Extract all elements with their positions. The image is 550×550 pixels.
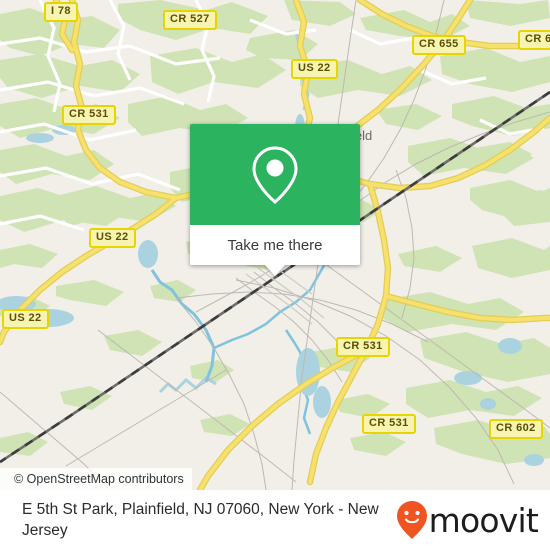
moovit-smiley-pin-icon — [396, 501, 427, 539]
road-shield: US 22 — [2, 309, 49, 329]
road-shield: CR 531 — [336, 337, 390, 357]
road-shield: CR 531 — [362, 414, 416, 434]
popup-header — [190, 124, 360, 225]
road-shield: CR 602 — [489, 419, 543, 439]
road-shield: CR 6 — [518, 30, 550, 50]
location-address-title: E 5th St Park, Plainfield, NJ 07060, New… — [22, 501, 379, 539]
road-shield: US 22 — [291, 59, 338, 79]
road-shield: US 22 — [89, 228, 136, 248]
road-shield: CR 531 — [62, 105, 116, 125]
popup-pointer-tail — [264, 264, 286, 276]
map-canvas[interactable]: I 78 CR 527 US 22 CR 655 CR 6 CR 531 US … — [0, 0, 550, 490]
moovit-wordmark: moovit — [428, 500, 539, 540]
road-shield: I 78 — [44, 2, 78, 22]
location-pin-icon — [252, 145, 298, 204]
location-popup[interactable]: Take me there — [190, 124, 360, 276]
map-screenshot: I 78 CR 527 US 22 CR 655 CR 6 CR 531 US … — [0, 0, 550, 550]
moovit-brand[interactable]: moovit — [395, 500, 550, 540]
road-shield: CR 527 — [163, 10, 217, 30]
popup-action-bar[interactable]: Take me there — [190, 225, 360, 276]
road-shield: CR 655 — [412, 35, 466, 55]
map-attribution[interactable]: © OpenStreetMap contributors — [0, 468, 192, 490]
take-me-there-button[interactable]: Take me there — [227, 237, 322, 254]
footer-bar: E 5th St Park, Plainfield, NJ 07060, New… — [0, 490, 550, 550]
